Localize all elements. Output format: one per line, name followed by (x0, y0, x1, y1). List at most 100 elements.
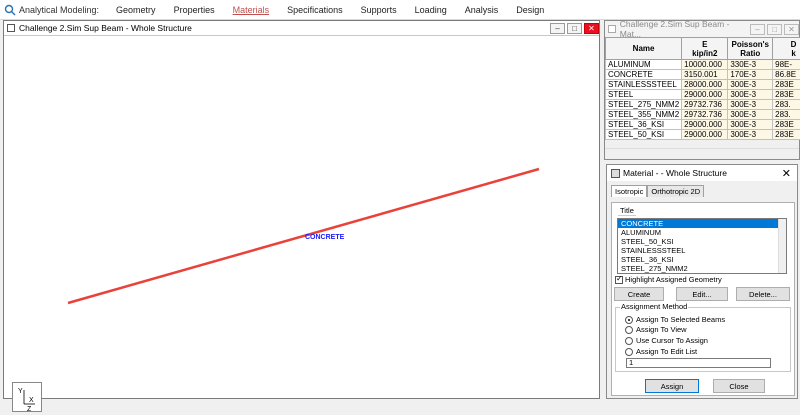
material-name-cell[interactable]: STEEL_36_KSI (606, 120, 682, 130)
material-value-cell[interactable]: 300E-3 (728, 90, 773, 100)
maximize-button[interactable]: □ (767, 24, 782, 35)
radio-dot[interactable] (625, 326, 633, 334)
isotropic-panel: Title CONCRETEALUMINUMSTEEL_50_KSISTAINL… (611, 202, 795, 396)
edit-list-input[interactable]: 1 (626, 358, 771, 368)
material-listbox[interactable]: CONCRETEALUMINUMSTEEL_50_KSISTAINLESSSTE… (617, 218, 787, 274)
material-value-cell[interactable]: 98E- (773, 60, 800, 70)
menu-geometry[interactable]: Geometry (107, 5, 165, 15)
material-table: Name Ekip/in2 Poisson's Ratio Dk ALUMINU… (605, 37, 800, 140)
material-value-cell[interactable]: 3150.001 (682, 70, 728, 80)
table-row[interactable]: STEEL29000.000300E-3283E (606, 90, 800, 100)
material-value-cell[interactable]: 283E (773, 120, 800, 130)
material-name-cell[interactable]: STEEL (606, 90, 682, 100)
table-row[interactable]: STEEL_275_NMM229732.736300E-3283. (606, 100, 800, 110)
table-row[interactable]: ALUMINUM10000.000330E-398E- (606, 60, 800, 70)
menu-supports[interactable]: Supports (352, 5, 406, 15)
material-value-cell[interactable]: 29000.000 (682, 120, 728, 130)
close-button[interactable]: ✕ (784, 24, 799, 35)
material-value-cell[interactable]: 300E-3 (728, 80, 773, 90)
material-name-cell[interactable]: STEEL_355_NMM2 (606, 110, 682, 120)
app-logo-icon (4, 4, 16, 16)
beam-member[interactable] (68, 169, 539, 303)
column-header-e[interactable]: Ekip/in2 (682, 38, 728, 60)
close-dialog-button[interactable]: Close (713, 379, 765, 393)
material-list-item[interactable]: ALUMINUM (618, 228, 786, 237)
window-icon (7, 24, 15, 32)
table-row[interactable]: STAINLESSSTEEL28000.000300E-3283E (606, 80, 800, 90)
material-value-cell[interactable]: 29000.000 (682, 90, 728, 100)
material-name-cell[interactable]: CONCRETE (606, 70, 682, 80)
material-list-item[interactable]: CONCRETE (618, 219, 786, 228)
table-row[interactable]: CONCRETE3150.001170E-386.8E (606, 70, 800, 80)
checkbox-box[interactable] (615, 276, 623, 284)
material-value-cell[interactable]: 283E (773, 130, 800, 140)
close-button[interactable]: ✕ (584, 23, 599, 34)
material-name-cell[interactable]: STEEL_50_KSI (606, 130, 682, 140)
material-value-cell[interactable]: 28000.000 (682, 80, 728, 90)
radio-dot[interactable] (625, 337, 633, 345)
column-header-name[interactable]: Name (606, 38, 682, 60)
minimize-button[interactable]: – (750, 24, 765, 35)
tab-isotropic[interactable]: Isotropic (611, 185, 647, 197)
material-value-cell[interactable]: 283E (773, 90, 800, 100)
material-name-cell[interactable]: ALUMINUM (606, 60, 682, 70)
material-value-cell[interactable]: 330E-3 (728, 60, 773, 70)
radio-assign-edit-list[interactable]: Assign To Edit List (625, 347, 697, 356)
material-value-cell[interactable]: 29000.000 (682, 130, 728, 140)
menu-analysis[interactable]: Analysis (456, 5, 508, 15)
viewport-title: Challenge 2.Sim Sup Beam - Whole Structu… (19, 23, 192, 33)
material-value-cell[interactable]: 29732.736 (682, 110, 728, 120)
material-list-item[interactable]: STEEL_50_KSI (618, 237, 786, 246)
material-value-cell[interactable]: 283. (773, 110, 800, 120)
material-value-cell[interactable]: 300E-3 (728, 100, 773, 110)
highlight-checkbox[interactable]: Highlight Assigned Geometry (615, 275, 722, 284)
material-list-item[interactable]: STAINLESSSTEEL (618, 246, 786, 255)
app-title: Analytical Modeling: (19, 5, 107, 15)
radio-assign-to-view[interactable]: Assign To View (625, 325, 687, 334)
dialog-titlebar: Material - - Whole Structure ✕ (607, 165, 797, 181)
material-value-cell[interactable]: 29732.736 (682, 100, 728, 110)
material-name-cell[interactable]: STAINLESSSTEEL (606, 80, 682, 90)
assign-button[interactable]: Assign (645, 379, 699, 393)
material-name-cell[interactable]: STEEL_275_NMM2 (606, 100, 682, 110)
create-button[interactable]: Create (614, 287, 664, 301)
menu-design[interactable]: Design (507, 5, 553, 15)
list-vertical-scrollbar[interactable] (778, 219, 786, 273)
minimize-button[interactable]: – (550, 23, 565, 34)
radio-assign-selected-beams[interactable]: Assign To Selected Beams (625, 315, 725, 324)
menu-properties[interactable]: Properties (165, 5, 224, 15)
horizontal-scrollbar[interactable] (605, 148, 799, 159)
dialog-title: Material - - Whole Structure (623, 168, 727, 178)
column-header-density[interactable]: Dk (773, 38, 800, 60)
edit-button[interactable]: Edit... (676, 287, 728, 301)
table-row[interactable]: STEEL_36_KSI29000.000300E-3283E (606, 120, 800, 130)
material-value-cell[interactable]: 300E-3 (728, 120, 773, 130)
delete-button[interactable]: Delete... (736, 287, 790, 301)
maximize-button[interactable]: □ (567, 23, 582, 34)
material-value-cell[interactable]: 300E-3 (728, 110, 773, 120)
radio-dot[interactable] (625, 316, 633, 324)
table-row[interactable]: STEEL_355_NMM229732.736300E-3283. (606, 110, 800, 120)
tab-orthotropic-2d[interactable]: Orthotropic 2D (647, 185, 704, 197)
material-value-cell[interactable]: 283E (773, 80, 800, 90)
dialog-close-icon[interactable]: ✕ (782, 167, 791, 180)
menu-loading[interactable]: Loading (406, 5, 456, 15)
column-header-poisson[interactable]: Poisson's Ratio (728, 38, 773, 60)
material-value-cell[interactable]: 170E-3 (728, 70, 773, 80)
viewport-titlebar: Challenge 2.Sim Sup Beam - Whole Structu… (4, 21, 599, 36)
model-canvas[interactable] (4, 37, 599, 398)
material-value-cell[interactable]: 10000.000 (682, 60, 728, 70)
menu-materials[interactable]: Materials (224, 5, 279, 15)
beam-material-label: CONCRETE (305, 234, 344, 241)
radio-dot[interactable] (625, 348, 633, 356)
material-list-item[interactable]: STEEL_275_NMM2 (618, 264, 786, 273)
material-value-cell[interactable]: 300E-3 (728, 130, 773, 140)
material-value-cell[interactable]: 86.8E (773, 70, 800, 80)
material-list-item[interactable]: STEEL (618, 273, 786, 274)
material-value-cell[interactable]: 283. (773, 100, 800, 110)
table-row[interactable]: STEEL_50_KSI29000.000300E-3283E (606, 130, 800, 140)
material-table-container: Name Ekip/in2 Poisson's Ratio Dk ALUMINU… (605, 37, 800, 140)
menu-specifications[interactable]: Specifications (278, 5, 352, 15)
radio-use-cursor[interactable]: Use Cursor To Assign (625, 336, 708, 345)
material-list-item[interactable]: STEEL_36_KSI (618, 255, 786, 264)
